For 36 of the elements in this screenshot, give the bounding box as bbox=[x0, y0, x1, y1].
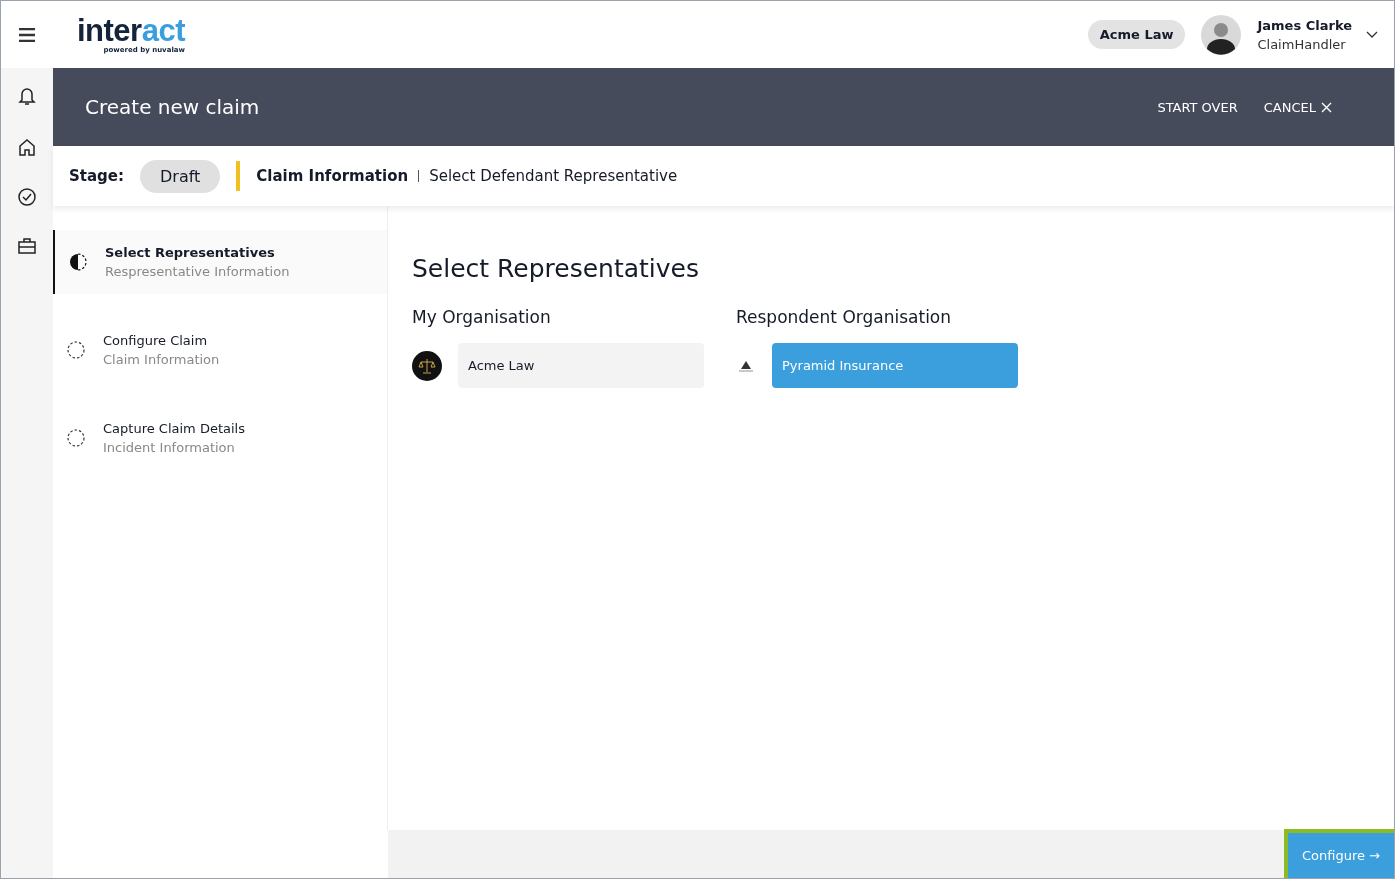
subsection-title: Select Defendant Representative bbox=[429, 167, 678, 185]
step-item[interactable]: Capture Claim Details Incident Information bbox=[53, 406, 387, 470]
step-title: Select Representatives bbox=[105, 245, 276, 260]
organisation-heading: Respondent Organisation bbox=[736, 307, 953, 327]
check-circle-icon[interactable] bbox=[18, 188, 36, 206]
home-icon[interactable] bbox=[18, 138, 36, 156]
step-title: Capture Claim Details bbox=[103, 421, 245, 436]
step-subtitle: Respresentative Information bbox=[105, 264, 290, 279]
cancel-button[interactable]: CANCEL bbox=[1263, 95, 1332, 119]
bell-icon[interactable] bbox=[18, 86, 36, 106]
dashed-circle-icon bbox=[67, 341, 85, 359]
step-item[interactable]: Select Representatives Respresentative Information bbox=[53, 230, 387, 294]
stage-label: Stage: bbox=[69, 167, 124, 185]
briefcase-icon[interactable] bbox=[18, 238, 36, 254]
step-item[interactable]: Configure Claim Claim Information bbox=[53, 318, 387, 382]
half-circle-icon bbox=[69, 253, 87, 271]
step-subtitle: Incident Information bbox=[103, 440, 236, 455]
section-heading: Select Representatives bbox=[412, 254, 700, 283]
organisation-heading: My Organisation bbox=[412, 307, 552, 327]
stage-badge: Draft bbox=[140, 159, 221, 193]
user-role: ClaimHandler bbox=[1257, 36, 1347, 52]
dashed-circle-icon bbox=[67, 429, 85, 447]
organisation-option[interactable]: Acme Law bbox=[458, 343, 704, 388]
step-subtitle: Claim Information bbox=[103, 352, 220, 367]
page-title: Create new claim bbox=[85, 95, 260, 119]
avatar-icon[interactable] bbox=[1201, 14, 1242, 55]
user-name: James Clarke bbox=[1257, 17, 1352, 33]
scales-logo-icon bbox=[412, 350, 442, 381]
organisation-badge: Acme Law bbox=[1087, 20, 1186, 49]
close-icon bbox=[1321, 101, 1332, 113]
section-title: Claim Information bbox=[256, 167, 409, 185]
menu-icon[interactable] bbox=[19, 27, 35, 42]
chevron-down-icon[interactable] bbox=[1366, 31, 1378, 38]
pyramid-logo-icon bbox=[736, 359, 756, 372]
start-over-button[interactable]: START OVER bbox=[1157, 95, 1238, 119]
step-title: Configure Claim bbox=[103, 333, 209, 348]
